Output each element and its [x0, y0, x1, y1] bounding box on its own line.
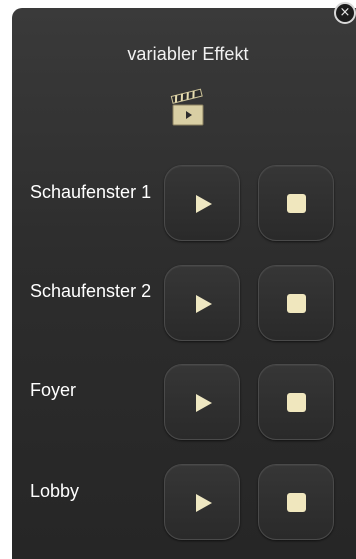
- stop-button-foyer[interactable]: [258, 364, 334, 440]
- play-button-lobby[interactable]: [164, 464, 240, 540]
- widget-title: variabler Effekt: [127, 44, 249, 64]
- row-label-foyer: Foyer: [30, 380, 77, 400]
- stop-icon: [287, 294, 306, 313]
- stop-button-schaufenster-2[interactable]: [258, 265, 334, 341]
- play-icon: [196, 295, 212, 313]
- row-label-schaufenster-2: Schaufenster 2: [30, 281, 152, 301]
- play-button-foyer[interactable]: [164, 364, 240, 440]
- effect-widget-panel: variabler Effekt Schaufenster 1 Schaufen…: [12, 8, 356, 559]
- stop-button-lobby[interactable]: [258, 464, 334, 540]
- stop-icon: [287, 393, 306, 412]
- play-button-schaufenster-2[interactable]: [164, 265, 240, 341]
- clapperboard-icon: [170, 88, 204, 126]
- close-icon[interactable]: ×: [334, 2, 356, 24]
- play-icon: [196, 195, 212, 213]
- play-icon: [196, 394, 212, 412]
- play-icon: [196, 494, 212, 512]
- row-label-lobby: Lobby: [30, 481, 80, 501]
- stop-icon: [287, 493, 306, 512]
- stop-icon: [287, 194, 306, 213]
- play-button-schaufenster-1[interactable]: [164, 165, 240, 241]
- row-label-schaufenster-1: Schaufenster 1: [30, 182, 152, 202]
- stop-button-schaufenster-1[interactable]: [258, 165, 334, 241]
